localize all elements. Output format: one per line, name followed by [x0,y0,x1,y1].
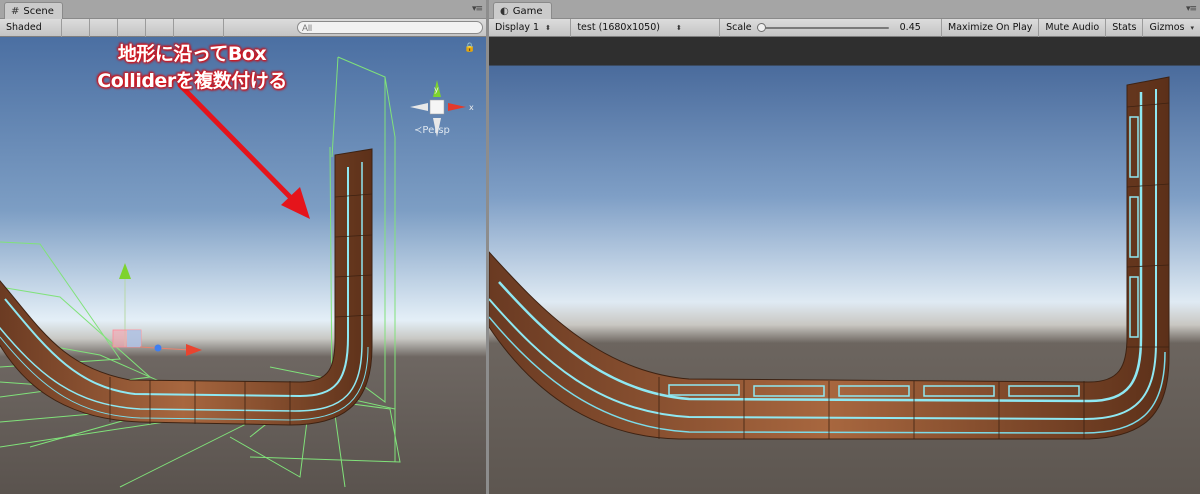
scale-slider[interactable] [756,22,889,33]
2d-toggle-button[interactable] [62,18,90,37]
scale-label: Scale [726,22,752,33]
tab-scene[interactable]: # Scene [4,2,63,19]
game-gizmos-dropdown[interactable]: Gizmos ▾ [1143,19,1200,37]
scene-panel: # Scene ▾≡ Shaded All y x 🔒 ≺Persp 地形に沿っ… [0,0,486,494]
lock-icon[interactable]: 🔒 [464,43,475,53]
maximize-on-play-label: Maximize On Play [948,21,1033,33]
game-panel: ◐ Game ▾≡ Display 1 ⬍ test (1680x1050) ⬍ S… [489,0,1200,494]
resolution-dropdown[interactable]: test (1680x1050) ⬍ [571,18,721,37]
game-render [489,37,1200,494]
scene-render: y x [0,37,486,494]
scene-grid-icon: # [11,5,20,17]
gizmos-dropdown[interactable] [174,18,224,37]
scene-tabbar: # Scene ▾≡ [0,0,486,19]
annotation-line2: Colliderを複数付ける [97,70,287,92]
lighting-toggle-button[interactable] [90,18,118,37]
tab-game-label: Game [512,5,543,17]
audio-toggle-button[interactable] [118,18,146,37]
tab-scene-label: Scene [23,5,54,17]
resolution-dropdown-arrow-icon: ⬍ [675,23,682,32]
projection-label[interactable]: ≺Persp [414,125,450,136]
svg-text:y: y [434,85,439,94]
scale-value: 0.45 [899,22,921,33]
effects-dropdown[interactable] [146,18,174,37]
mute-audio-label: Mute Audio [1045,21,1100,33]
game-viewport[interactable] [489,37,1200,494]
game-gizmos-label: Gizmos [1149,21,1185,33]
game-controller-icon: ◐ [500,5,509,17]
display-dropdown-arrow-icon: ⬍ [545,23,551,32]
scale-slider-track [756,26,889,29]
game-tabbar: ◐ Game ▾≡ [489,0,1200,19]
annotation-text: 地形に沿ってBox Colliderを複数付ける [52,41,332,95]
scale-slider-thumb[interactable] [756,22,766,32]
game-panel-menu-icon[interactable]: ▾≡ [1186,4,1197,14]
scene-panel-menu-icon[interactable]: ▾≡ [472,4,483,14]
gizmo-x-label: x [469,103,474,112]
scene-viewport[interactable]: y x 🔒 ≺Persp 地形に沿ってBox Colliderを複数付ける [0,37,486,494]
resolution-label: test (1680x1050) [577,21,660,33]
scene-search-input[interactable] [297,21,483,34]
scene-toolbar-spacer [224,19,294,37]
stats-label: Stats [1112,21,1137,33]
maximize-on-play-toggle[interactable]: Maximize On Play [942,18,1040,37]
stats-toggle[interactable]: Stats [1106,18,1144,37]
display-dropdown[interactable]: Display 1 ⬍ [489,18,572,37]
shading-mode-dropdown[interactable]: Shaded [0,18,62,37]
display-label: Display 1 [495,21,540,33]
annotation-line1: 地形に沿ってBox [117,43,267,65]
mute-audio-toggle[interactable]: Mute Audio [1039,18,1107,37]
scale-control: Scale 0.45 [720,18,943,37]
shading-mode-label: Shaded [6,21,42,33]
game-toolbar: Display 1 ⬍ test (1680x1050) ⬍ Scale 0.45 … [489,18,1200,37]
gizmos-dropdown-arrow-icon: ▾ [1190,23,1194,32]
tab-game[interactable]: ◐ Game [493,2,552,19]
